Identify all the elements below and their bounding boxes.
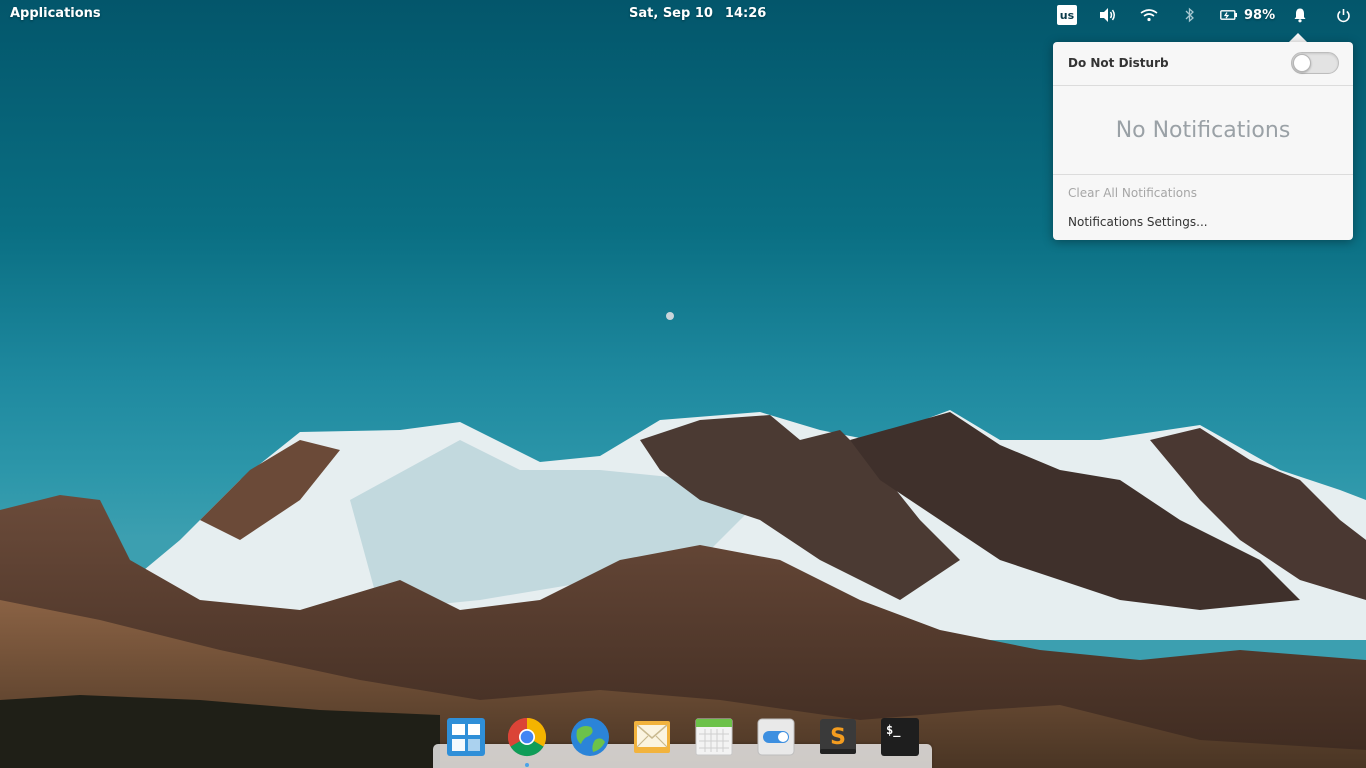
dock-item-calendar[interactable] bbox=[693, 716, 735, 758]
calendar-icon bbox=[695, 718, 733, 756]
bell-icon bbox=[1294, 8, 1306, 23]
dock-item-mail[interactable] bbox=[631, 716, 673, 758]
do-not-disturb-label: Do Not Disturb bbox=[1068, 56, 1169, 70]
mail-icon bbox=[634, 721, 670, 753]
bluetooth-icon bbox=[1185, 7, 1194, 23]
web-browser-icon bbox=[571, 718, 609, 756]
notifications-indicator[interactable] bbox=[1292, 3, 1308, 27]
svg-text:S: S bbox=[830, 725, 846, 750]
do-not-disturb-row: Do Not Disturb bbox=[1053, 42, 1353, 86]
dock-item-sublime-text[interactable]: S bbox=[817, 716, 859, 758]
date-label: Sat, Sep 10 bbox=[629, 6, 713, 21]
notifications-settings-button[interactable]: Notifications Settings... bbox=[1068, 215, 1208, 229]
dock-item-multitasking-view[interactable] bbox=[445, 716, 487, 758]
battery-icon bbox=[1220, 10, 1237, 20]
wifi-icon bbox=[1140, 9, 1158, 22]
dock-item-system-settings[interactable] bbox=[755, 716, 797, 758]
switch-knob bbox=[1293, 54, 1311, 72]
session-indicator[interactable] bbox=[1336, 3, 1351, 27]
network-indicator[interactable] bbox=[1140, 3, 1158, 27]
bluetooth-indicator[interactable] bbox=[1184, 3, 1196, 27]
dock-item-chrome[interactable] bbox=[506, 716, 548, 758]
do-not-disturb-switch[interactable] bbox=[1291, 52, 1339, 74]
chrome-icon bbox=[507, 717, 547, 757]
applications-menu-button[interactable]: Applications bbox=[10, 6, 101, 21]
datetime-indicator[interactable]: Sat, Sep 10 14:26 bbox=[629, 6, 766, 21]
moon bbox=[666, 312, 674, 320]
multitasking-view-icon bbox=[447, 718, 485, 756]
clear-all-notifications-button[interactable]: Clear All Notifications bbox=[1068, 186, 1197, 200]
terminal-icon: $_ bbox=[881, 718, 919, 756]
dock: S $_ bbox=[433, 708, 932, 768]
dock-item-terminal[interactable]: $_ bbox=[879, 716, 921, 758]
battery-percentage: 98% bbox=[1244, 7, 1276, 23]
battery-indicator[interactable]: 98% bbox=[1220, 3, 1275, 27]
empty-notifications-message: No Notifications bbox=[1053, 86, 1353, 175]
sound-indicator[interactable] bbox=[1098, 3, 1118, 27]
running-indicator bbox=[525, 763, 529, 767]
keyboard-layout-indicator[interactable]: us bbox=[1057, 5, 1077, 25]
system-settings-icon bbox=[757, 718, 795, 756]
sublime-text-icon: S bbox=[820, 719, 856, 754]
dock-item-web-browser[interactable] bbox=[569, 716, 611, 758]
notifications-popover: Do Not Disturb No Notifications Clear Al… bbox=[1053, 42, 1353, 240]
power-icon bbox=[1337, 8, 1350, 22]
top-panel: Applications Sat, Sep 10 14:26 us 98% bbox=[0, 0, 1366, 30]
svg-text:$_: $_ bbox=[886, 723, 901, 738]
volume-icon bbox=[1100, 8, 1115, 22]
desktop: Applications Sat, Sep 10 14:26 us 98% Do… bbox=[0, 0, 1366, 768]
time-label: 14:26 bbox=[724, 6, 767, 21]
